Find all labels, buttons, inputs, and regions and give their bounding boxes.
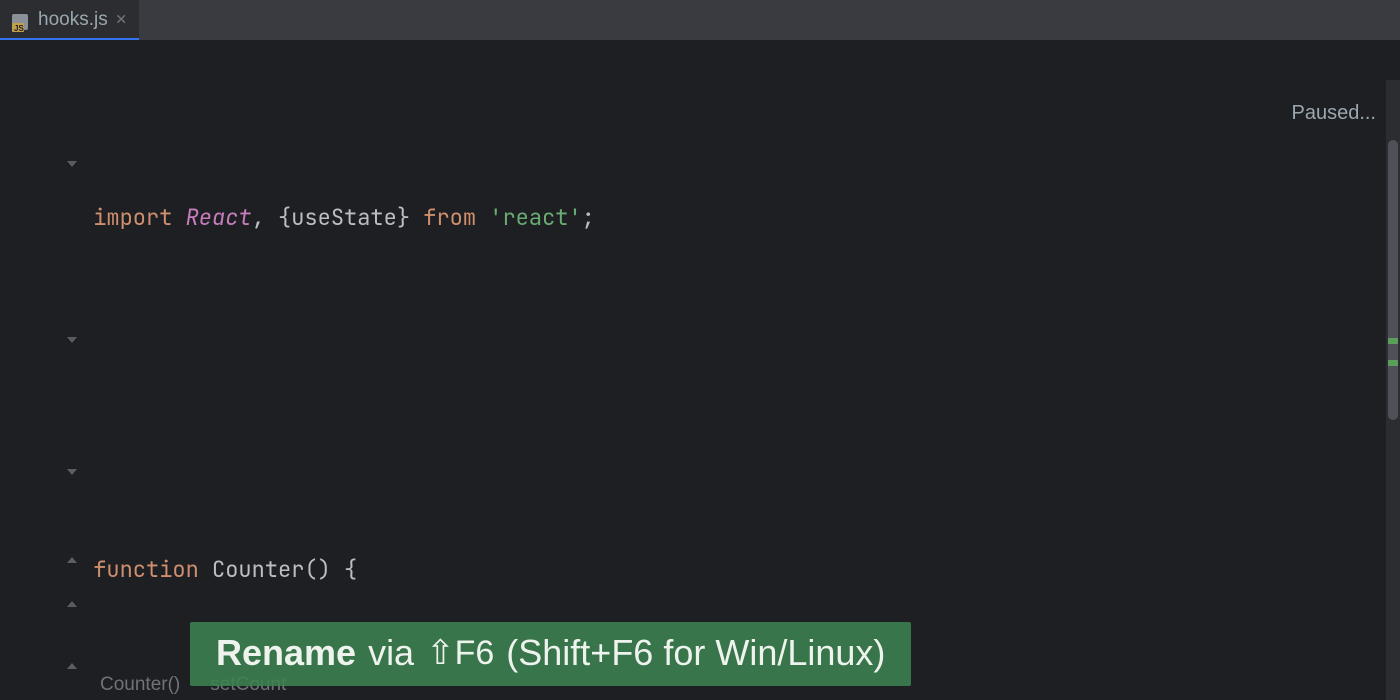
tab-filename: hooks.js (38, 9, 108, 31)
code-line[interactable] (80, 372, 1400, 416)
tab-bar: JS hooks.js ✕ (0, 0, 1400, 40)
gutter (0, 40, 80, 700)
breadcrumb-item[interactable]: Counter() (100, 674, 180, 696)
scrollbar[interactable] (1386, 80, 1400, 700)
svg-text:JS: JS (14, 24, 24, 32)
close-icon[interactable]: ✕ (116, 11, 127, 29)
scrollbar-thumb[interactable] (1388, 140, 1398, 420)
fold-end-icon[interactable] (66, 598, 80, 612)
marker[interactable] (1388, 360, 1398, 366)
tip-action: Rename (216, 632, 356, 674)
code-line[interactable]: import React, {useState} from 'react'; (80, 196, 1400, 240)
keyboard-shortcut: ⇧F6 (426, 633, 494, 673)
editor[interactable]: import React, {useState} from 'react'; f… (0, 40, 1400, 700)
code-line[interactable]: function Counter() { (80, 548, 1400, 592)
file-tab[interactable]: JS hooks.js ✕ (0, 0, 139, 40)
shortcut-tip-banner: Rename via ⇧F6 (Shift+F6 for Win/Linux) (190, 622, 911, 686)
marker[interactable] (1388, 338, 1398, 344)
debug-status: Paused... (1291, 102, 1376, 125)
fold-end-icon[interactable] (66, 554, 80, 568)
fold-toggle-icon[interactable] (66, 334, 80, 348)
fold-toggle-icon[interactable] (66, 158, 80, 172)
code-area[interactable]: import React, {useState} from 'react'; f… (80, 40, 1400, 700)
fold-toggle-icon[interactable] (66, 466, 80, 480)
fold-end-icon[interactable] (66, 660, 80, 674)
js-file-icon: JS (10, 10, 30, 30)
